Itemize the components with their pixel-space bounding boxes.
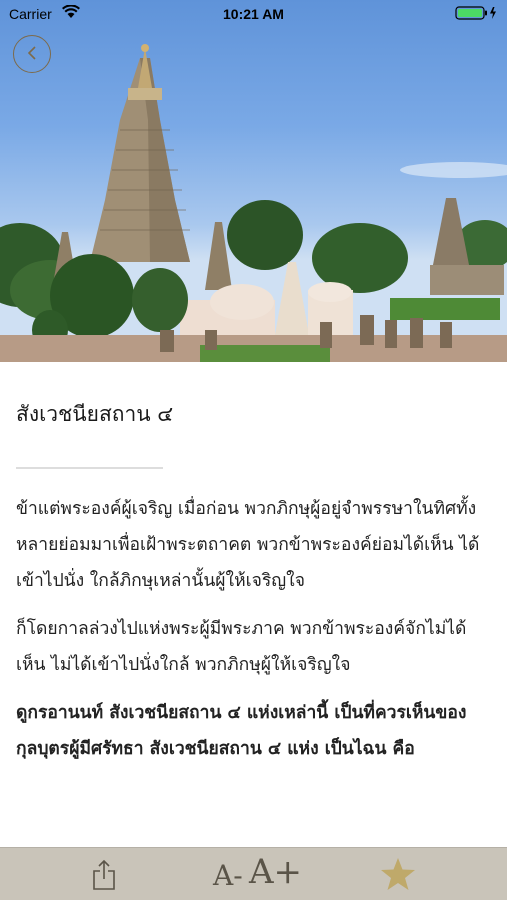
bottom-toolbar: A- A+ — [0, 847, 507, 900]
hero-image — [0, 0, 507, 362]
chevron-left-icon — [27, 44, 37, 65]
article-paragraph: ก็โดยกาลล่วงไปแห่งพระผู้มีพระภาค พวกข้าพ… — [16, 619, 467, 675]
page-title: สังเวชนียสถาน ๔ — [16, 402, 174, 426]
decrease-font-button[interactable]: A- — [213, 859, 243, 892]
share-icon[interactable] — [91, 859, 117, 891]
battery-icon — [455, 6, 499, 23]
increase-font-button[interactable]: A+ — [249, 852, 302, 892]
status-bar: Carrier 10:21 AM — [0, 0, 507, 28]
title-divider — [16, 467, 163, 469]
article-content: สังเวชนียสถาน ๔ ข้าแต่พระองค์ผู้เจริญ เม… — [0, 362, 507, 847]
status-time: 10:21 AM — [223, 6, 284, 22]
back-button[interactable] — [13, 35, 51, 73]
star-icon[interactable] — [380, 857, 416, 891]
temple-photo — [0, 44, 507, 362]
article-paragraph: ดูกรอานนท์ สังเวชนียสถาน ๔ แห่งเหล่านี้ … — [16, 703, 467, 759]
article-paragraph: ข้าแต่พระองค์ผู้เจริญ เมื่อก่อน พวกภิกษุ… — [16, 499, 480, 591]
